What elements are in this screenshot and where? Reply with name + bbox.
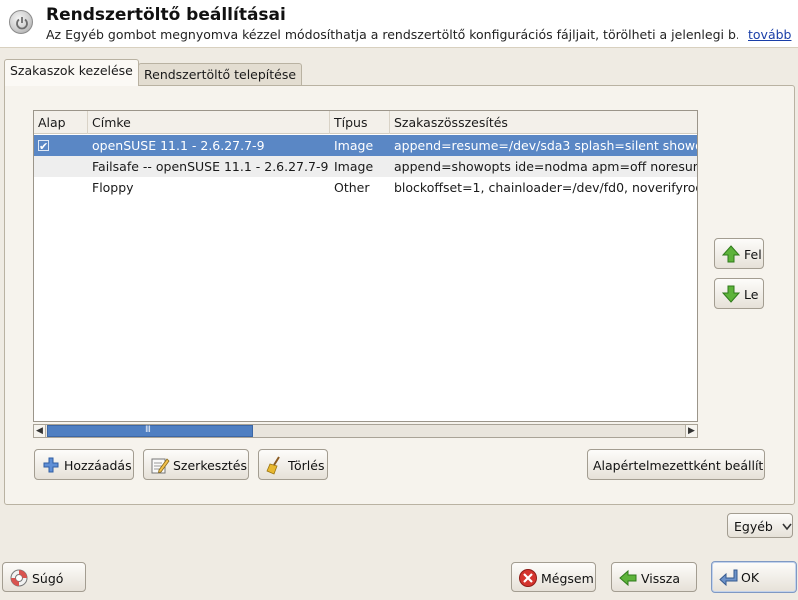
arrow-up-icon [721, 244, 741, 264]
plus-icon [41, 455, 61, 475]
column-header-type[interactable]: Típus [330, 111, 390, 134]
return-arrow-icon [718, 567, 738, 587]
back-label: Vissza [641, 571, 680, 586]
help-button[interactable]: Súgó [2, 562, 86, 592]
delete-button[interactable]: Törlés [258, 449, 328, 480]
dialog-header: Rendszertöltő beállításai Az Egyéb gombo… [0, 0, 798, 46]
tab-panel: Alap Címke Típus Szakaszösszesítés openS… [4, 85, 795, 505]
row-label: Failsafe -- openSUSE 11.1 - 2.6.27.7-9 [92, 159, 329, 174]
row-summary: append=resume=/dev/sda3 splash=silent sh… [394, 138, 697, 153]
power-icon [9, 10, 33, 34]
chevron-down-icon [782, 515, 792, 538]
table-header: Alap Címke Típus Szakaszösszesítés [34, 111, 697, 134]
cancel-label: Mégsem [541, 571, 594, 586]
default-check-icon [38, 136, 49, 156]
table-row[interactable]: Floppy Other blockoffset=1, chainloader=… [34, 177, 697, 198]
cancel-icon [518, 568, 538, 588]
back-button[interactable]: Vissza [611, 562, 697, 592]
help-lifebuoy-icon [9, 568, 29, 588]
edit-pencil-icon [150, 455, 170, 475]
page-title: Rendszertöltő beállításai [46, 5, 286, 25]
edit-button[interactable]: Szerkesztés [143, 449, 249, 480]
row-default [34, 156, 88, 177]
table-row[interactable]: openSUSE 11.1 - 2.6.27.7-9 Image append=… [34, 135, 697, 156]
row-label: openSUSE 11.1 - 2.6.27.7-9 [92, 138, 265, 153]
table-row[interactable]: Failsafe -- openSUSE 11.1 - 2.6.27.7-9 I… [34, 156, 697, 177]
column-header-summary[interactable]: Szakaszösszesítés [390, 111, 697, 134]
edit-label: Szerkesztés [173, 458, 247, 473]
scroll-left-arrow-icon[interactable]: ◀ [34, 425, 46, 437]
add-label: Hozzáadás [64, 458, 132, 473]
broom-icon [265, 455, 285, 475]
other-label: Egyéb [734, 519, 773, 534]
set-default-label: Alapértelmezettként beállít [593, 458, 764, 473]
horizontal-scrollbar[interactable]: ◀ III ▶ [33, 424, 698, 438]
move-down-button[interactable]: Le [714, 278, 764, 309]
column-header-default[interactable]: Alap [34, 111, 88, 134]
row-type: Image [334, 159, 374, 174]
move-up-label: Fel [744, 247, 762, 262]
tab-section-management[interactable]: Szakaszok kezelése [4, 59, 139, 86]
tab-bootloader-installation[interactable]: Rendszertöltő telepítése [138, 63, 303, 86]
dialog-content: Szakaszok kezelése Rendszertöltő telepít… [0, 48, 798, 600]
row-type: Other [334, 180, 370, 195]
other-dropdown[interactable]: Egyéb [727, 513, 793, 538]
help-label: Súgó [32, 571, 64, 586]
more-link[interactable]: tovább [748, 27, 791, 42]
row-default [34, 177, 88, 198]
ok-button[interactable]: OK [711, 561, 797, 593]
delete-label: Törlés [288, 458, 325, 473]
header-description: Az Egyéb gombot megnyomva kézzel módosít… [46, 27, 738, 42]
row-summary: append=showopts ide=nodma apm=off noresu… [394, 159, 697, 174]
row-summary: blockoffset=1, chainloader=/dev/fd0, nov… [394, 180, 697, 195]
sections-table[interactable]: Alap Címke Típus Szakaszösszesítés openS… [33, 110, 698, 422]
arrow-down-icon [721, 284, 741, 304]
arrow-left-icon [618, 568, 638, 588]
row-label: Floppy [92, 180, 134, 195]
move-up-button[interactable]: Fel [714, 238, 764, 269]
ok-label: OK [741, 570, 760, 585]
set-default-button[interactable]: Alapértelmezettként beállít [587, 449, 765, 480]
column-header-label[interactable]: Címke [88, 111, 330, 134]
scroll-right-arrow-icon[interactable]: ▶ [685, 425, 697, 437]
add-button[interactable]: Hozzáadás [34, 449, 134, 480]
row-type: Image [334, 138, 374, 153]
move-down-label: Le [744, 287, 759, 302]
cancel-button[interactable]: Mégsem [511, 562, 596, 592]
scrollbar-thumb[interactable]: III [47, 425, 253, 437]
scrollbar-grip: III [145, 425, 151, 435]
